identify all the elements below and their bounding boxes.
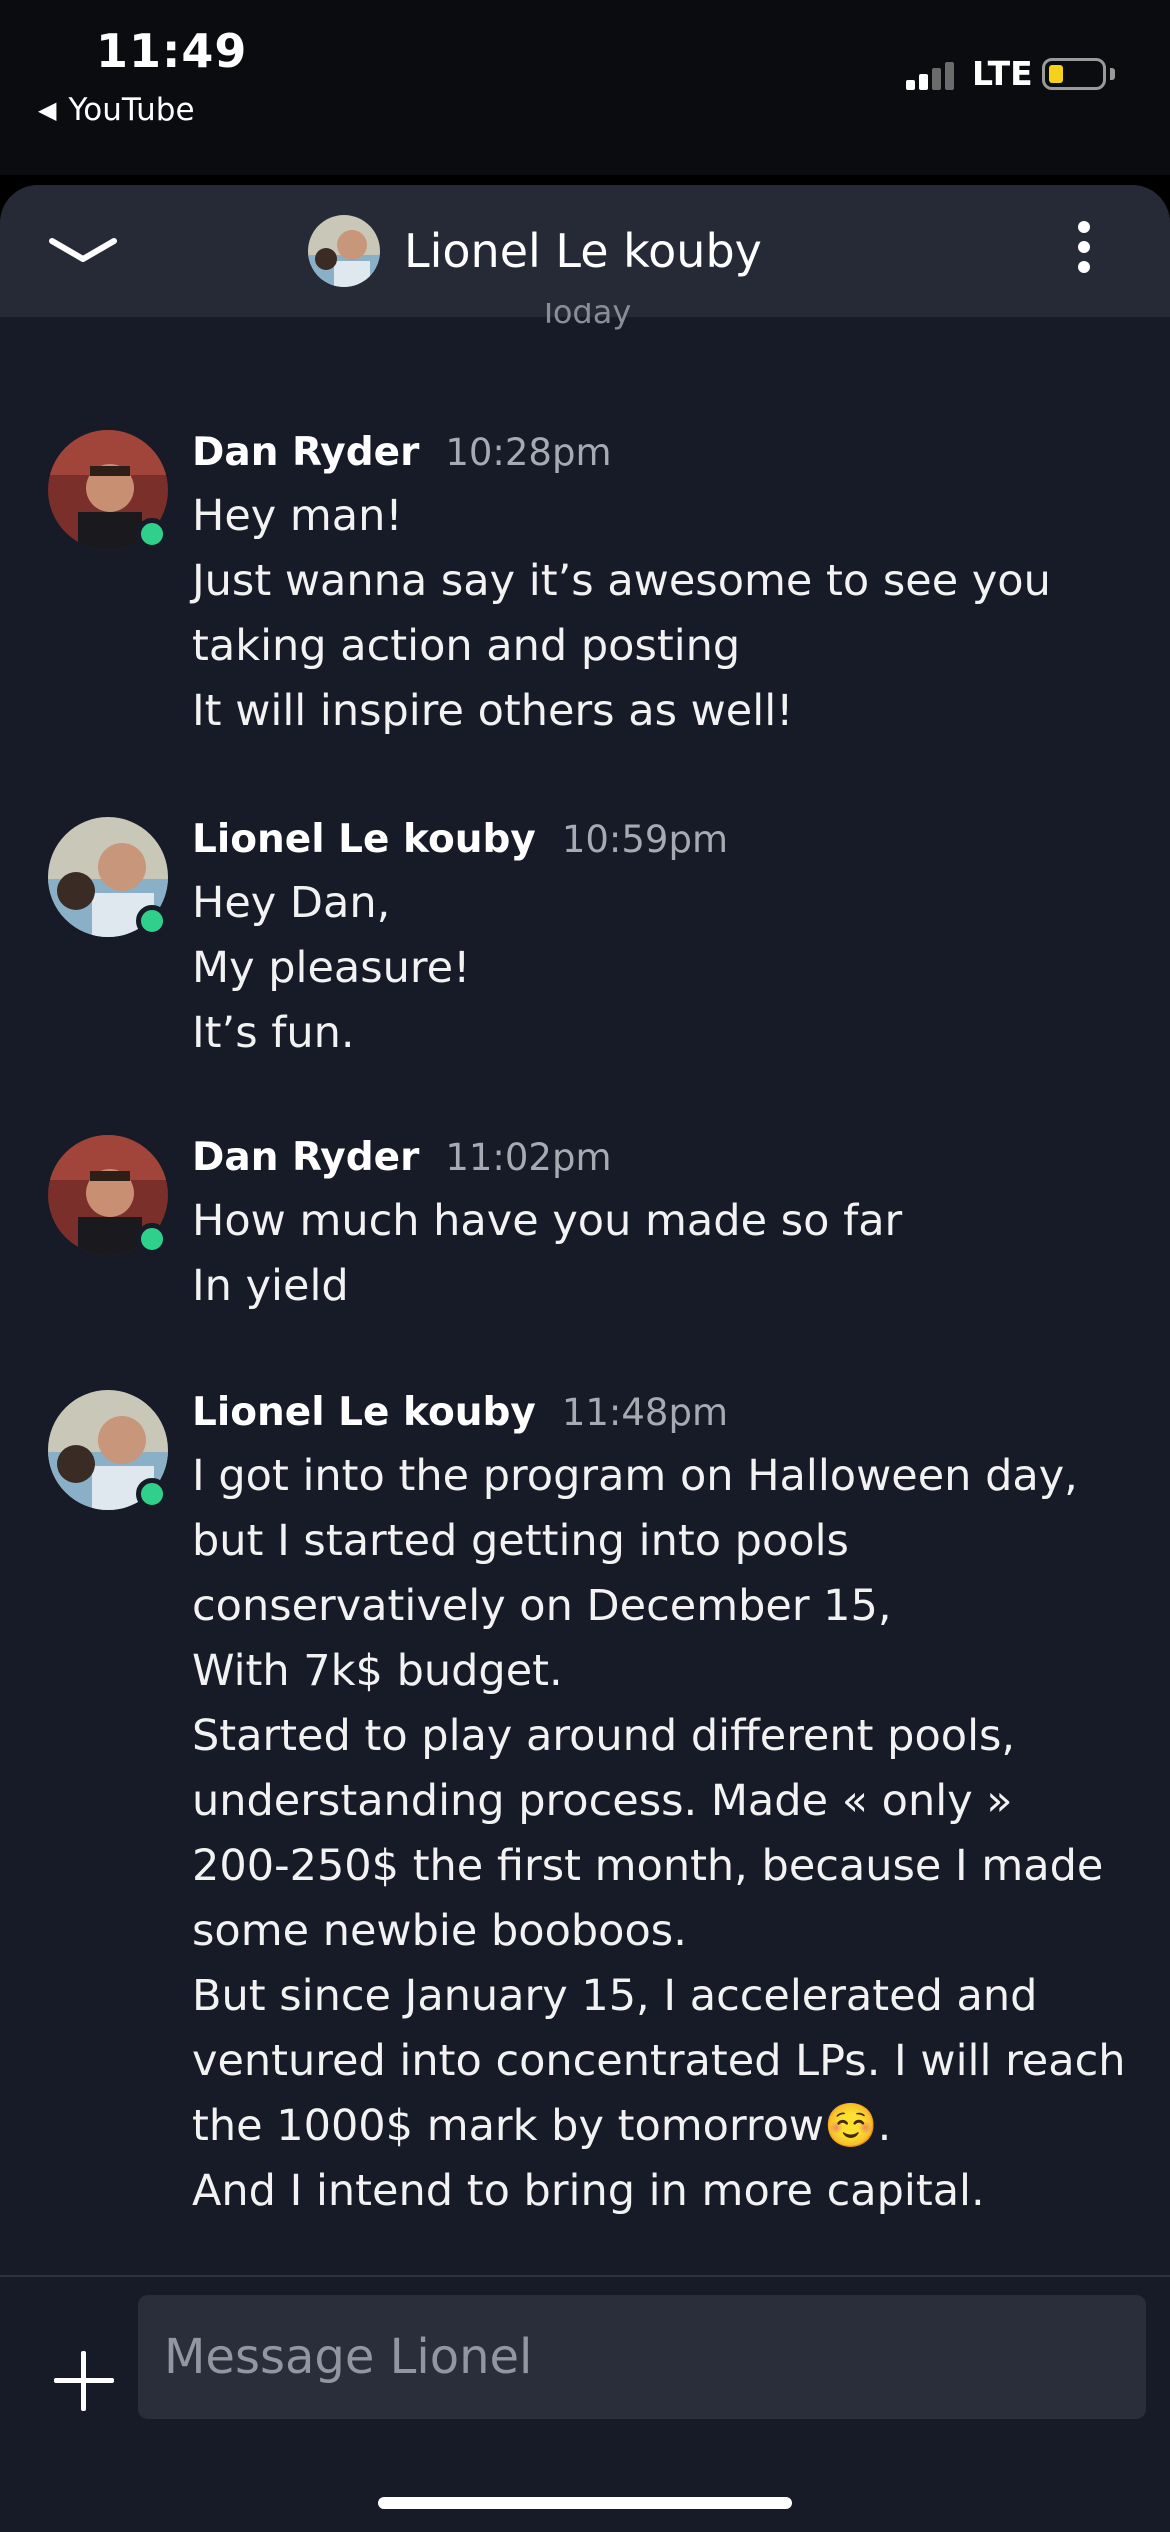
chat-contact[interactable]: Lionel Le kouby xyxy=(308,215,762,287)
message-line: Hey man! xyxy=(192,491,403,541)
message-line: conservatively on December 15, xyxy=(192,1581,892,1631)
online-status-dot xyxy=(136,1223,168,1255)
message-line: And I intend to bring in more capital. xyxy=(192,2166,985,2216)
author-avatar[interactable] xyxy=(48,817,172,941)
contact-name: Lionel Le kouby xyxy=(404,224,762,278)
day-divider: Today xyxy=(538,303,632,331)
message-line: Started to play around different pools, xyxy=(192,1711,1016,1761)
message-line: some newbie booboos. xyxy=(192,1906,687,1956)
message-line: taking action and posting xyxy=(192,621,741,671)
home-indicator xyxy=(378,2497,792,2509)
message-line: In yield xyxy=(192,1261,349,1311)
message-line: It will inspire others as well! xyxy=(192,686,794,736)
message-body: Lionel Le kouby 11:48pm I got into the p… xyxy=(192,1390,1132,2224)
message-body: Lionel Le kouby 10:59pm Hey Dan, My plea… xyxy=(192,817,1132,1066)
status-time: 11:49 xyxy=(96,24,248,78)
message-input[interactable] xyxy=(138,2295,1146,2419)
screen: 11:49 ◀ YouTube LTE Lionel Le kouby Toda… xyxy=(0,0,1170,2532)
message-line: Just wanna say it’s awesome to see you xyxy=(192,556,1051,606)
more-vertical-icon[interactable] xyxy=(1070,221,1098,281)
message-line: ventured into concentrated LPs. I will r… xyxy=(192,2036,1126,2086)
message-body: Dan Ryder 10:28pm Hey man! Just wanna sa… xyxy=(192,430,1132,744)
chat-panel: Lionel Le kouby Today Dan Ryder 10:28pm … xyxy=(0,185,1170,2532)
online-status-dot xyxy=(136,1478,168,1510)
message-author[interactable]: Lionel Le kouby xyxy=(192,817,536,862)
message-line: It’s fun. xyxy=(192,1008,355,1058)
message-time: 10:28pm xyxy=(445,431,612,474)
message-body: Dan Ryder 11:02pm How much have you made… xyxy=(192,1135,1132,1319)
author-avatar[interactable] xyxy=(48,430,172,554)
back-to-app-link[interactable]: ◀ YouTube xyxy=(38,92,195,128)
message-line: But since January 15, I accelerated and xyxy=(192,1971,1038,2021)
status-bar: 11:49 ◀ YouTube LTE xyxy=(0,0,1170,175)
back-app-label: YouTube xyxy=(68,92,195,128)
plus-icon[interactable] xyxy=(52,2349,116,2413)
message-author[interactable]: Lionel Le kouby xyxy=(192,1390,536,1435)
message-line: I got into the program on Halloween day, xyxy=(192,1451,1078,1501)
message-line: Hey Dan, xyxy=(192,878,391,928)
online-status-dot xyxy=(136,905,168,937)
message-line: How much have you made so far xyxy=(192,1196,903,1246)
message-time: 11:02pm xyxy=(445,1136,612,1179)
online-status-dot xyxy=(136,518,168,550)
chat-header: Lionel Le kouby xyxy=(0,185,1170,317)
battery-tip xyxy=(1110,68,1115,80)
message-line: My pleasure! xyxy=(192,943,471,993)
message-time: 10:59pm xyxy=(561,818,729,861)
message-line: 200-250$ the first month, because I made xyxy=(192,1841,1104,1891)
author-avatar[interactable] xyxy=(48,1390,172,1514)
message-line: but I started getting into pools xyxy=(192,1516,849,1566)
message-composer xyxy=(0,2275,1170,2532)
author-avatar[interactable] xyxy=(48,1135,172,1259)
message-line: the 1000$ mark by tomorrow☺️. xyxy=(192,2101,892,2151)
message-line: understanding process. Made « only » xyxy=(192,1776,1013,1826)
cellular-signal-icon xyxy=(906,60,962,90)
network-type: LTE xyxy=(972,54,1033,93)
back-arrow-icon: ◀ xyxy=(38,96,57,124)
battery-icon xyxy=(1042,58,1106,90)
message-time: 11:48pm xyxy=(561,1391,729,1434)
chevron-down-icon[interactable] xyxy=(48,231,118,271)
message-line: With 7k$ budget. xyxy=(192,1646,563,1696)
contact-avatar xyxy=(308,215,380,287)
message-author[interactable]: Dan Ryder xyxy=(192,1135,419,1180)
message-author[interactable]: Dan Ryder xyxy=(192,430,419,475)
